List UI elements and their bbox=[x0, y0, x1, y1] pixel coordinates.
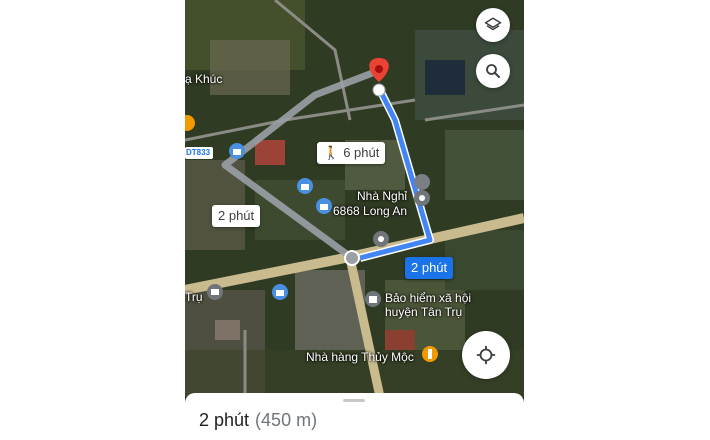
poi-pin-shop-2[interactable] bbox=[297, 178, 313, 194]
place-label-area-left: Trụ bbox=[185, 290, 203, 304]
alt-route-label: 2 phút bbox=[218, 208, 255, 223]
trip-duration: 2 phút bbox=[199, 410, 250, 430]
walk-icon: 🚶 bbox=[323, 145, 340, 160]
poi-pin-shop-4[interactable] bbox=[272, 284, 288, 300]
map-screen: ạ Khúc Trụ DT833 Nhà Nghỉ 6868 Long An B… bbox=[185, 0, 524, 440]
trip-summary: 2 phút (450 m) bbox=[199, 410, 317, 431]
road-badge: DT833 bbox=[186, 148, 211, 157]
layers-icon bbox=[484, 17, 502, 31]
place-label-area-top: ạ Khúc bbox=[185, 72, 223, 86]
bottom-sheet[interactable]: 2 phút (450 m) bbox=[185, 393, 524, 440]
route-duration-callout[interactable]: 2 phút bbox=[405, 257, 454, 279]
walk-duration-callout[interactable]: 🚶 6 phút bbox=[317, 142, 386, 164]
sheet-drag-handle[interactable] bbox=[343, 399, 365, 402]
my-location-icon bbox=[476, 345, 496, 365]
place-label-insurance-2[interactable]: huyện Tân Trụ bbox=[385, 305, 462, 319]
poi-pin-shop-1[interactable] bbox=[229, 143, 245, 159]
alt-route-callout[interactable]: 2 phút bbox=[212, 205, 261, 227]
poi-pin-restaurant[interactable] bbox=[422, 346, 438, 362]
trip-distance: (450 m) bbox=[255, 410, 318, 430]
poi-pin-shop-3[interactable] bbox=[316, 198, 332, 214]
poi-pin-building[interactable] bbox=[365, 291, 381, 307]
poi-pin-left[interactable] bbox=[207, 284, 223, 300]
satellite-map[interactable]: ạ Khúc Trụ DT833 Nhà Nghỉ 6868 Long An B… bbox=[185, 0, 524, 397]
origin-dot bbox=[344, 250, 360, 266]
search-icon bbox=[486, 64, 500, 78]
place-label-hotel-1[interactable]: Nhà Nghỉ bbox=[357, 189, 407, 203]
route-duration-label: 2 phút bbox=[411, 260, 448, 275]
search-button[interactable] bbox=[476, 54, 510, 88]
my-location-button[interactable] bbox=[462, 331, 510, 379]
layers-button[interactable] bbox=[476, 8, 510, 42]
place-label-insurance-1[interactable]: Bảo hiểm xã hội bbox=[385, 291, 471, 305]
place-label-hotel-2[interactable]: 6868 Long An bbox=[333, 204, 407, 218]
poi-pin-grey[interactable] bbox=[373, 231, 389, 247]
walk-duration-label: 6 phút bbox=[343, 145, 380, 160]
place-label-restaurant[interactable]: Nhà hàng Thủy Mộc bbox=[306, 350, 414, 364]
